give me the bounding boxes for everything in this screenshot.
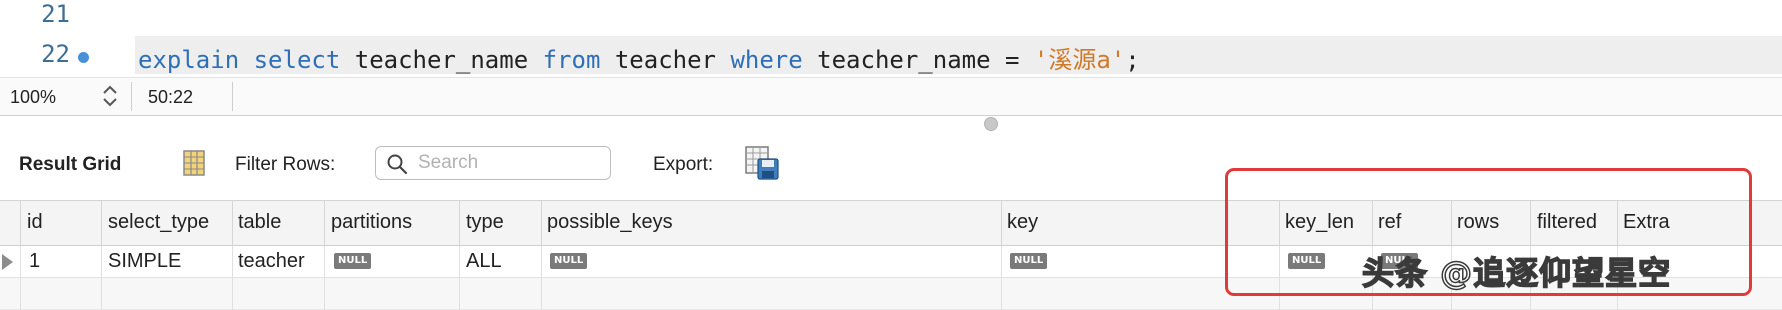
watermark: 头条 @追逐仰望星空 — [1361, 253, 1672, 293]
sql-editor[interactable]: 21 22 explain select teacher_name from t… — [0, 0, 1782, 77]
column-header-select-type[interactable]: select_type — [108, 211, 209, 234]
code-token: teacher — [600, 46, 731, 74]
export-label: Export: — [653, 154, 714, 175]
statement-marker-icon[interactable] — [78, 52, 89, 63]
panel-splitter-handle[interactable] — [984, 117, 998, 131]
divider — [232, 82, 233, 111]
code-token: explain — [138, 46, 240, 74]
code-token: where — [730, 46, 803, 74]
editor-line-22[interactable]: 22 explain select teacher_name from teac… — [0, 36, 1782, 74]
code-token: '溪源a' — [1033, 46, 1126, 74]
cell-partitions-null-badge[interactable]: NULL — [334, 253, 372, 269]
line-number: 22 — [41, 40, 70, 68]
column-header-type[interactable]: type — [466, 211, 504, 234]
column-header-possible-keys[interactable]: possible_keys — [547, 211, 673, 234]
code-token: ; — [1125, 46, 1140, 74]
line-number: 21 — [41, 0, 70, 28]
column-header-id[interactable]: id — [27, 211, 43, 234]
result-grid-label: Result Grid — [19, 154, 122, 175]
column-header-partitions[interactable]: partitions — [331, 211, 412, 234]
export-icon[interactable] — [745, 146, 779, 180]
cell-id[interactable]: 1 — [29, 250, 40, 273]
cell-type[interactable]: ALL — [466, 250, 502, 273]
code-token: teacher_name — [340, 46, 543, 74]
code-token: select — [253, 46, 341, 74]
editor-status-bar: 100% 50:22 — [0, 77, 1782, 116]
filter-search-box[interactable] — [375, 146, 611, 180]
code-token: from — [542, 46, 601, 74]
search-input[interactable] — [418, 153, 598, 173]
cell-possible-keys-null-badge[interactable]: NULL — [550, 253, 588, 269]
column-header-key[interactable]: key — [1007, 211, 1038, 234]
grid-view-icon[interactable] — [183, 150, 205, 176]
column-header-table[interactable]: table — [238, 211, 281, 234]
sql-statement[interactable]: explain select teacher_name from teacher… — [138, 40, 1140, 75]
cursor-position: 50:22 — [148, 87, 194, 107]
editor-line-21[interactable]: 21 — [0, 0, 1782, 32]
filter-rows-label: Filter Rows: — [235, 154, 336, 175]
cell-select-type[interactable]: SIMPLE — [108, 250, 181, 273]
row-pointer-icon — [2, 254, 13, 270]
code-token: teacher_name = — [802, 46, 1034, 74]
zoom-level: 100% — [10, 87, 57, 107]
cell-table[interactable]: teacher — [238, 250, 305, 273]
divider — [131, 82, 132, 111]
cell-key-null-badge[interactable]: NULL — [1010, 253, 1048, 269]
zoom-stepper-icon[interactable] — [101, 83, 119, 109]
search-icon — [387, 154, 408, 175]
